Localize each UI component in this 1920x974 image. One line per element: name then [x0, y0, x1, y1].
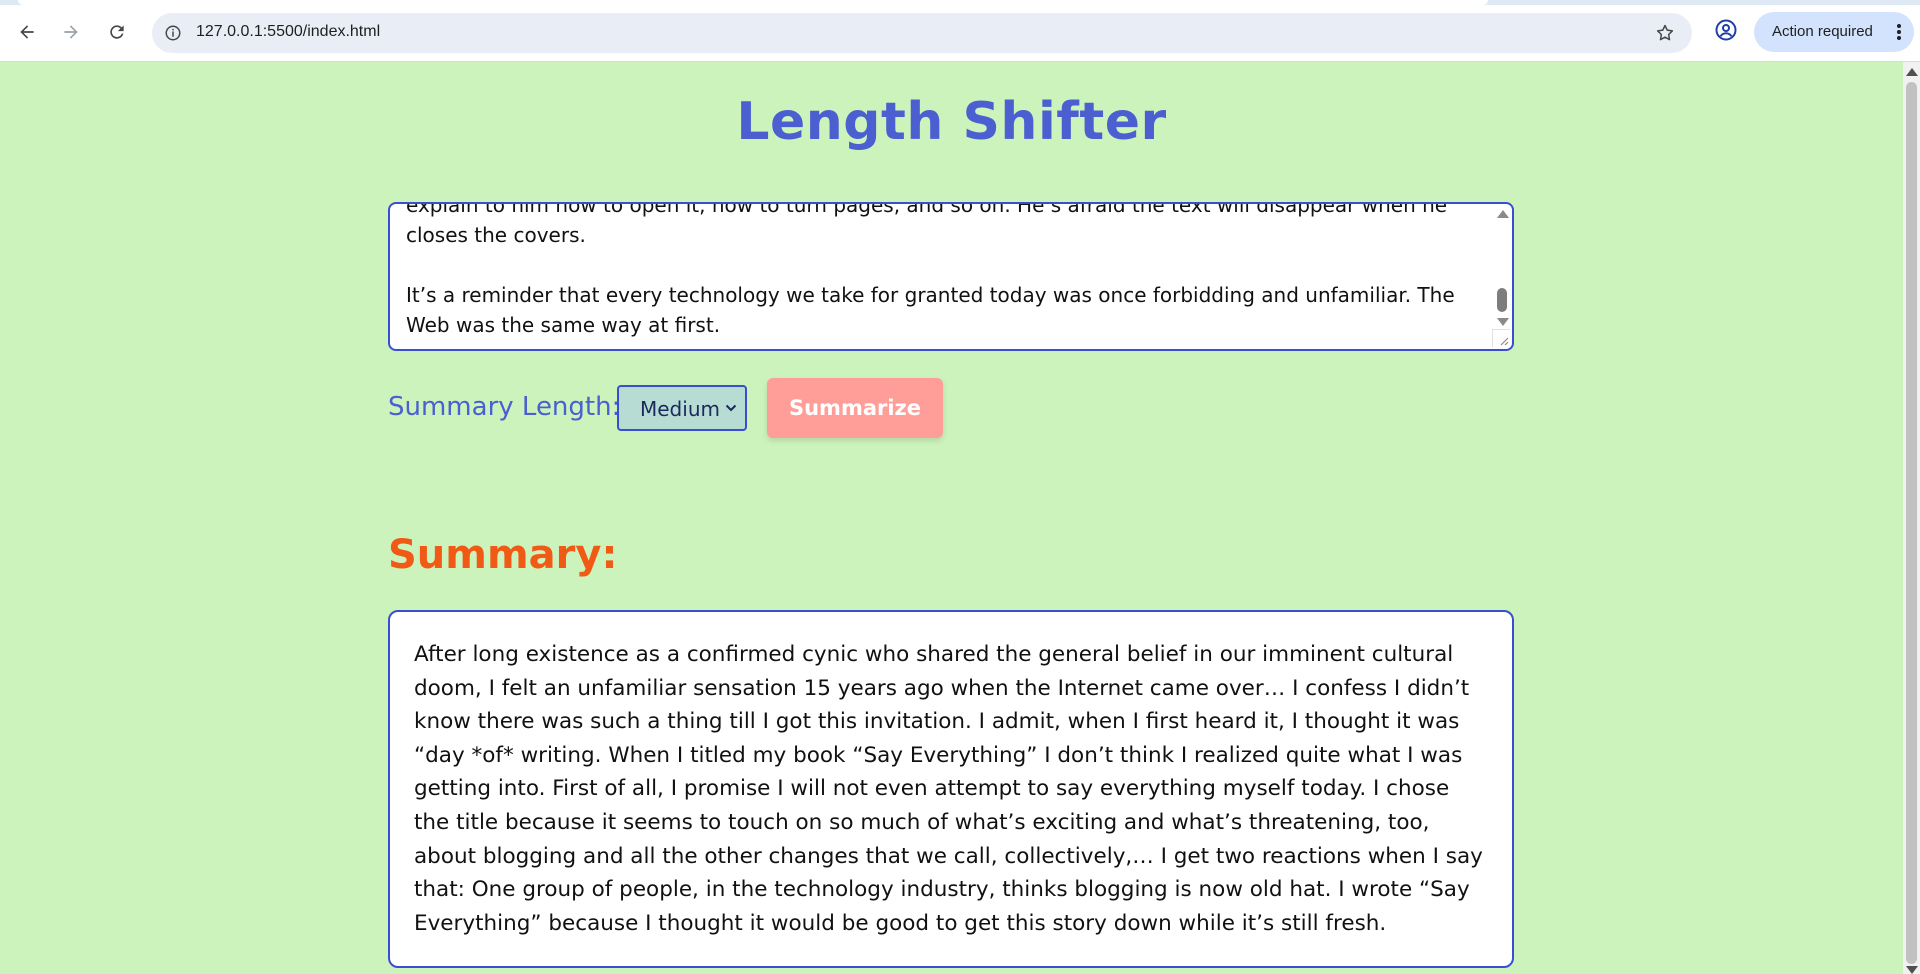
- forward-button[interactable]: [54, 15, 88, 49]
- summary-heading: Summary:: [388, 532, 618, 578]
- summary-length-select[interactable]: Medium: [617, 385, 747, 431]
- input-textarea[interactable]: explain to him how to open it, how to tu…: [388, 202, 1514, 351]
- page-scroll-thumb[interactable]: [1906, 82, 1917, 964]
- scroll-down-arrow-icon[interactable]: [1497, 318, 1509, 326]
- back-button[interactable]: [10, 15, 44, 49]
- summarize-button[interactable]: Summarize: [767, 378, 943, 438]
- arrow-right-icon: [64, 25, 78, 39]
- tab-strip: [0, 0, 1920, 5]
- scroll-up-arrow-icon[interactable]: [1906, 68, 1918, 76]
- address-bar[interactable]: 127.0.0.1:5500/index.html: [152, 13, 1692, 53]
- kebab-menu-icon[interactable]: [1894, 22, 1904, 42]
- chevron-down-icon: [725, 404, 737, 412]
- active-tab[interactable]: [18, 0, 1488, 5]
- scroll-down-arrow-icon[interactable]: [1906, 966, 1918, 974]
- action-required-label: Action required: [1772, 23, 1873, 40]
- app-page: Length Shifter explain to him how to ope…: [0, 62, 1903, 974]
- account-circle-icon[interactable]: [1712, 16, 1740, 44]
- reload-button[interactable]: [100, 15, 134, 49]
- action-required-button[interactable]: Action required: [1754, 12, 1914, 52]
- summary-text: After long existence as a confirmed cyni…: [414, 642, 1483, 936]
- resize-handle-icon[interactable]: [1492, 329, 1510, 347]
- browser-toolbar: 127.0.0.1:5500/index.html Action require…: [0, 0, 1920, 62]
- arrow-left-icon: [20, 25, 34, 39]
- summary-output-box: After long existence as a confirmed cyni…: [388, 610, 1514, 968]
- scroll-up-arrow-icon[interactable]: [1497, 210, 1509, 218]
- url-text[interactable]: 127.0.0.1:5500/index.html: [196, 23, 380, 41]
- textarea-scrollbar[interactable]: [1494, 206, 1510, 349]
- reload-icon: [110, 25, 124, 39]
- info-icon[interactable]: [162, 22, 184, 44]
- input-text[interactable]: explain to him how to open it, how to tu…: [406, 204, 1486, 340]
- page-title: Length Shifter: [736, 92, 1167, 152]
- scroll-thumb[interactable]: [1497, 288, 1507, 312]
- summary-length-value: Medium: [640, 397, 720, 421]
- page-scrollbar[interactable]: [1903, 62, 1920, 974]
- summary-length-label: Summary Length:: [388, 392, 621, 422]
- star-icon[interactable]: [1654, 22, 1676, 44]
